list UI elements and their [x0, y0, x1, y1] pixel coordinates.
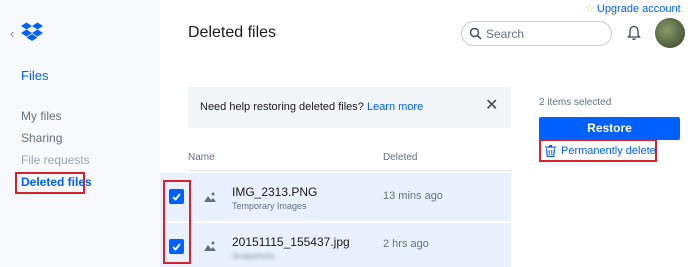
trash-icon [545, 145, 556, 157]
search-icon [469, 27, 482, 40]
selected-count: 2 items selected [539, 97, 612, 108]
banner-message: Need help restoring deleted files? [200, 101, 364, 113]
dropbox-logo-icon[interactable] [21, 22, 43, 42]
image-file-icon [204, 241, 216, 251]
page-title: Deleted files [188, 24, 277, 41]
permanently-delete-button[interactable]: Permanently delete [539, 139, 657, 162]
bell-icon[interactable] [627, 25, 641, 41]
table-divider [188, 170, 511, 171]
file-location: Temporary Images [232, 201, 307, 211]
learn-more-link[interactable]: Learn more [367, 101, 423, 113]
restore-button[interactable]: Restore [539, 117, 680, 140]
column-header-name[interactable]: Name [188, 152, 215, 163]
banner-text: Need help restoring deleted files? Learn… [200, 101, 423, 113]
deleted-time: 13 mins ago [383, 190, 443, 202]
sidebar-item-my-files[interactable]: My files [21, 109, 92, 131]
star-icon: ☆ [585, 3, 595, 15]
avatar[interactable] [655, 18, 685, 48]
file-location: Snapshots [232, 251, 275, 261]
upgrade-account-label: Upgrade account [596, 3, 681, 15]
restore-help-banner: Need help restoring deleted files? Learn… [188, 87, 511, 128]
file-name[interactable]: 20151115_155437.jpg [232, 235, 350, 249]
checkboxes-highlight-box [163, 180, 191, 264]
deleted-time: 2 hrs ago [383, 238, 429, 250]
upgrade-account-link[interactable]: ☆ Upgrade account [585, 2, 681, 15]
search-placeholder: Search [486, 27, 525, 41]
sidebar: ‹ Files My files Sharing File requests D… [0, 0, 160, 267]
close-icon[interactable]: ✕ [485, 98, 498, 114]
sidebar-item-sharing[interactable]: Sharing [21, 131, 92, 153]
image-file-icon [204, 192, 216, 202]
sidebar-section-files[interactable]: Files [21, 68, 48, 83]
deleted-files-highlight-box [15, 172, 85, 194]
back-chevron-icon[interactable]: ‹ [10, 27, 14, 40]
permanently-delete-label: Permanently delete [561, 145, 656, 157]
search-input[interactable]: Search [461, 21, 612, 46]
file-name[interactable]: IMG_2313.PNG [232, 185, 317, 199]
column-header-deleted[interactable]: Deleted [383, 152, 417, 163]
